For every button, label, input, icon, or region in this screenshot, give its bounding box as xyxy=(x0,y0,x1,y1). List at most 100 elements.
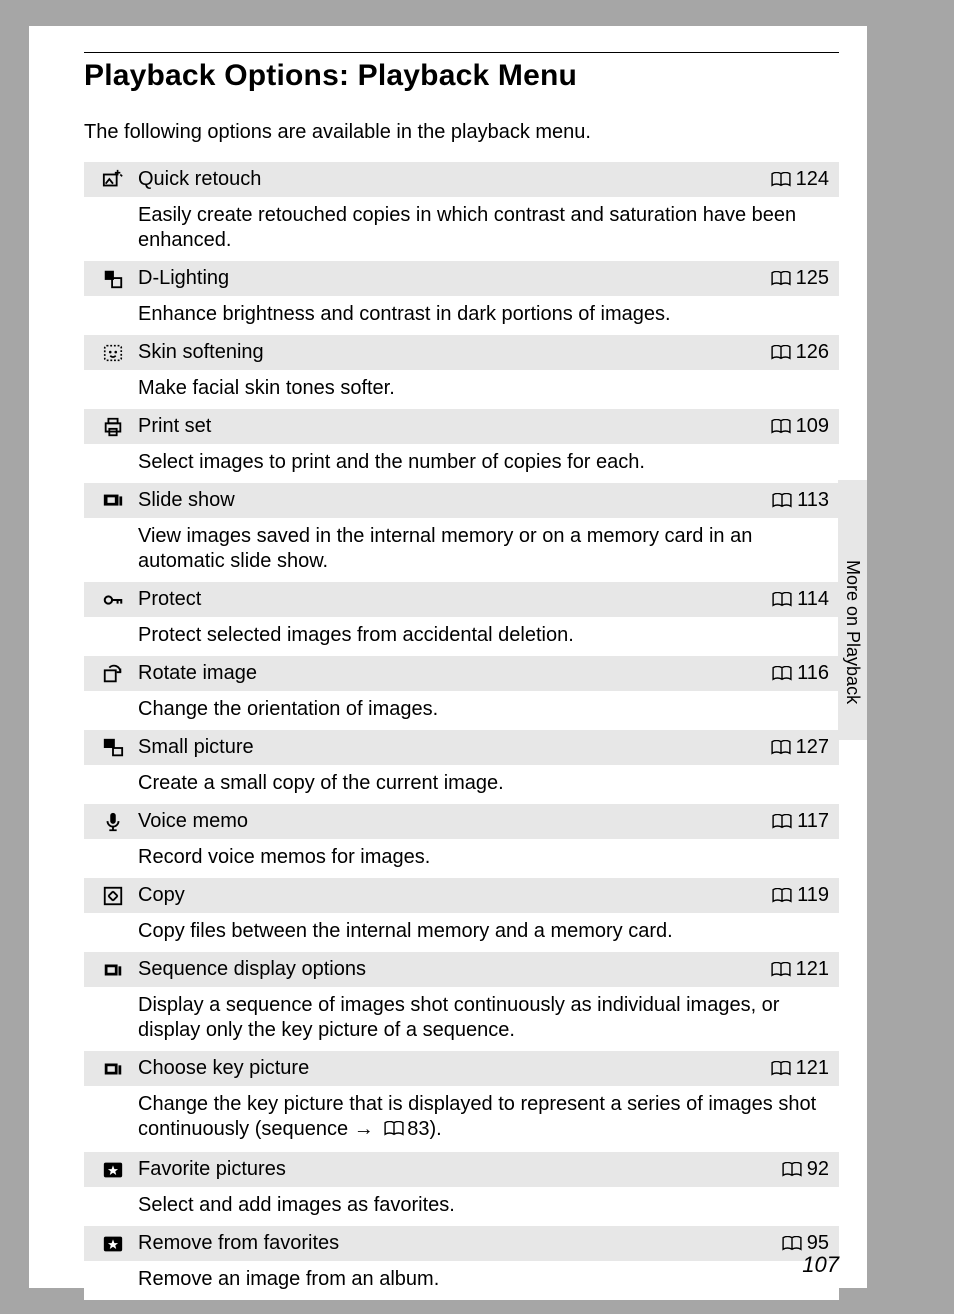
page-ref: 92 xyxy=(781,1158,833,1181)
table-row: D-Lighting 125 xyxy=(84,261,839,296)
menu-item-title: D-Lighting xyxy=(136,267,770,290)
table-row: Rotate image 116 xyxy=(84,656,839,691)
menu-item-title: Choose key picture xyxy=(136,1057,770,1080)
page-ref-number: 117 xyxy=(797,810,829,833)
book-icon xyxy=(770,962,792,978)
book-icon xyxy=(770,271,792,287)
small-icon xyxy=(90,737,136,759)
star-icon xyxy=(90,1233,136,1255)
menu-item-title: Rotate image xyxy=(136,662,771,685)
page-ref: 109 xyxy=(770,415,833,438)
face-icon xyxy=(90,342,136,364)
dlight-icon xyxy=(90,268,136,290)
menu-item-description: Display a sequence of images shot contin… xyxy=(84,987,839,1051)
table-row: Quick retouch 124 xyxy=(84,162,839,197)
menu-item-description: Record voice memos for images. xyxy=(84,839,839,878)
star-icon xyxy=(90,1159,136,1181)
sequence-icon xyxy=(90,1058,136,1080)
page-ref-number: 119 xyxy=(797,884,829,907)
page-ref-number: 127 xyxy=(796,736,829,759)
page-ref: 116 xyxy=(771,662,833,685)
desc-text: ). xyxy=(430,1118,442,1140)
table-row: Choose key picture 121 xyxy=(84,1051,839,1086)
menu-item-title: Skin softening xyxy=(136,341,770,364)
desc-text: Change the key picture that is displayed… xyxy=(138,1093,816,1140)
page-ref: 119 xyxy=(771,884,833,907)
page-ref: 117 xyxy=(771,810,833,833)
menu-item-description: Change the key picture that is displayed… xyxy=(84,1086,839,1152)
key-icon xyxy=(90,589,136,611)
book-icon xyxy=(771,666,793,682)
page-ref: 113 xyxy=(771,489,833,512)
table-row: Protect 114 xyxy=(84,582,839,617)
retouch-icon xyxy=(90,169,136,191)
table-row: Print set 109 xyxy=(84,409,839,444)
table-row: Skin softening 126 xyxy=(84,335,839,370)
book-icon xyxy=(771,493,793,509)
page-ref: 121 xyxy=(770,958,833,981)
menu-table: Quick retouch 124 Easily create retouched … xyxy=(84,162,839,1300)
sequence-icon xyxy=(90,959,136,981)
page-ref-number: 125 xyxy=(796,267,829,290)
table-row: Slide show 113 xyxy=(84,483,839,518)
table-row: Sequence display options 121 xyxy=(84,952,839,987)
menu-item-description: Select images to print and the number of… xyxy=(84,444,839,483)
menu-item-title: Sequence display options xyxy=(136,958,770,981)
menu-item-description: Change the orientation of images. xyxy=(84,691,839,730)
book-icon xyxy=(770,419,792,435)
page-ref: 124 xyxy=(770,168,833,191)
menu-item-description: Protect selected images from accidental … xyxy=(84,617,839,656)
table-row: Favorite pictures 92 xyxy=(84,1152,839,1187)
page-ref-number: 121 xyxy=(796,1057,829,1080)
page-ref-number: 114 xyxy=(797,588,829,611)
book-icon xyxy=(383,1121,405,1137)
page-ref: 125 xyxy=(770,267,833,290)
table-row: Small picture 127 xyxy=(84,730,839,765)
menu-item-title: Favorite pictures xyxy=(136,1158,781,1181)
copy-icon xyxy=(90,885,136,907)
menu-item-title: Print set xyxy=(136,415,770,438)
desc-ref: 83 xyxy=(407,1118,429,1140)
menu-item-title: Voice memo xyxy=(136,810,771,833)
menu-item-title: Remove from favorites xyxy=(136,1232,781,1255)
intro-text: The following options are available in t… xyxy=(29,103,867,162)
menu-item-title: Protect xyxy=(136,588,771,611)
page-title: Playback Options: Playback Menu xyxy=(29,53,867,103)
menu-item-description: Remove an image from an album. xyxy=(84,1261,839,1300)
menu-item-description: Easily create retouched copies in which … xyxy=(84,197,839,261)
table-row: Remove from favorites95 xyxy=(84,1226,839,1261)
page-number: 107 xyxy=(802,1252,839,1278)
menu-item-title: Small picture xyxy=(136,736,770,759)
page-ref: 126 xyxy=(770,341,833,364)
book-icon xyxy=(770,345,792,361)
table-row: Voice memo 117 xyxy=(84,804,839,839)
book-icon xyxy=(771,592,793,608)
menu-item-description: Create a small copy of the current image… xyxy=(84,765,839,804)
mic-icon xyxy=(90,811,136,833)
menu-item-title: Copy xyxy=(136,884,771,907)
page-ref-number: 109 xyxy=(796,415,829,438)
page-ref-number: 126 xyxy=(796,341,829,364)
page-ref-number: 92 xyxy=(807,1158,829,1181)
page-ref-number: 113 xyxy=(797,489,829,512)
page-ref-number: 124 xyxy=(796,168,829,191)
slideshow-icon xyxy=(90,490,136,512)
side-tab: More on Playback xyxy=(838,480,867,740)
menu-item-title: Slide show xyxy=(136,489,771,512)
page-ref-number: 121 xyxy=(796,958,829,981)
rotate-icon xyxy=(90,663,136,685)
book-icon xyxy=(770,172,792,188)
menu-item-description: Copy files between the internal memory a… xyxy=(84,913,839,952)
book-icon xyxy=(781,1236,803,1252)
book-icon xyxy=(770,740,792,756)
book-icon xyxy=(781,1162,803,1178)
menu-item-description: View images saved in the internal memory… xyxy=(84,518,839,582)
page-ref-number: 116 xyxy=(797,662,829,685)
printer-icon xyxy=(90,416,136,438)
page-ref: 127 xyxy=(770,736,833,759)
page-ref: 121 xyxy=(770,1057,833,1080)
menu-item-title: Quick retouch xyxy=(136,168,770,191)
table-row: Copy 119 xyxy=(84,878,839,913)
menu-item-description: Select and add images as favorites. xyxy=(84,1187,839,1226)
book-icon xyxy=(771,888,793,904)
